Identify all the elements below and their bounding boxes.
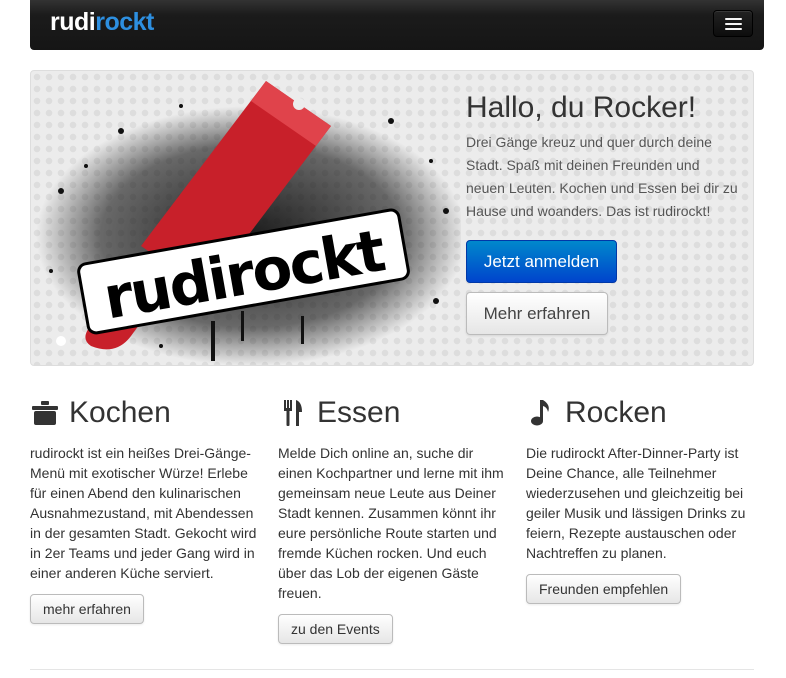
feature-text: Die rudirockt After-Dinner-Party ist Dei… bbox=[526, 445, 746, 561]
events-button[interactable]: zu den Events bbox=[278, 614, 393, 644]
feature-heading: Essen bbox=[278, 395, 508, 431]
hero-title: Hallo, du Rocker! bbox=[466, 91, 697, 124]
music-note-icon bbox=[526, 398, 556, 428]
menu-toggle-button[interactable] bbox=[713, 10, 753, 37]
hamburger-icon bbox=[725, 18, 742, 20]
hamburger-icon bbox=[725, 28, 742, 30]
learn-more-button[interactable]: Mehr erfahren bbox=[466, 292, 608, 335]
feature-rocken: Rocken Die rudirockt After-Dinner-Party … bbox=[526, 395, 756, 604]
hero-logo-image: rudirockt bbox=[36, 81, 461, 365]
feature-title: Rocken bbox=[565, 396, 667, 429]
feature-title: Kochen bbox=[69, 396, 171, 429]
cutlery-icon bbox=[278, 398, 308, 428]
recommend-friends-button[interactable]: Freunden empfehlen bbox=[526, 574, 682, 604]
more-info-button[interactable]: mehr erfahren bbox=[30, 594, 144, 624]
feature-kochen: Kochen rudirockt ist ein heißes Drei-Gän… bbox=[30, 395, 260, 624]
feature-essen: Essen Melde Dich online an, suche dir ei… bbox=[278, 395, 508, 644]
feature-text: rudirockt ist ein heißes Drei-Gänge-Menü… bbox=[30, 445, 257, 581]
brand-part2: rockt bbox=[95, 8, 154, 36]
hero-text: Drei Gänge kreuz und quer durch deine St… bbox=[466, 134, 738, 219]
feature-text: Melde Dich online an, suche dir einen Ko… bbox=[278, 445, 504, 601]
brand-part1: rudi bbox=[50, 8, 96, 36]
feature-heading: Kochen bbox=[30, 395, 260, 431]
pot-icon bbox=[30, 398, 60, 428]
feature-title: Essen bbox=[317, 396, 401, 429]
footer-divider bbox=[30, 669, 754, 670]
hamburger-icon bbox=[725, 23, 742, 25]
feature-heading: Rocken bbox=[526, 395, 756, 431]
register-button[interactable]: Jetzt anmelden bbox=[466, 240, 617, 283]
brand-logo[interactable]: rudirockt bbox=[50, 8, 154, 37]
hero-unit: rudirockt Hallo, du Rocker! Drei Gänge k… bbox=[30, 70, 754, 366]
navbar: rudirockt bbox=[30, 0, 764, 50]
